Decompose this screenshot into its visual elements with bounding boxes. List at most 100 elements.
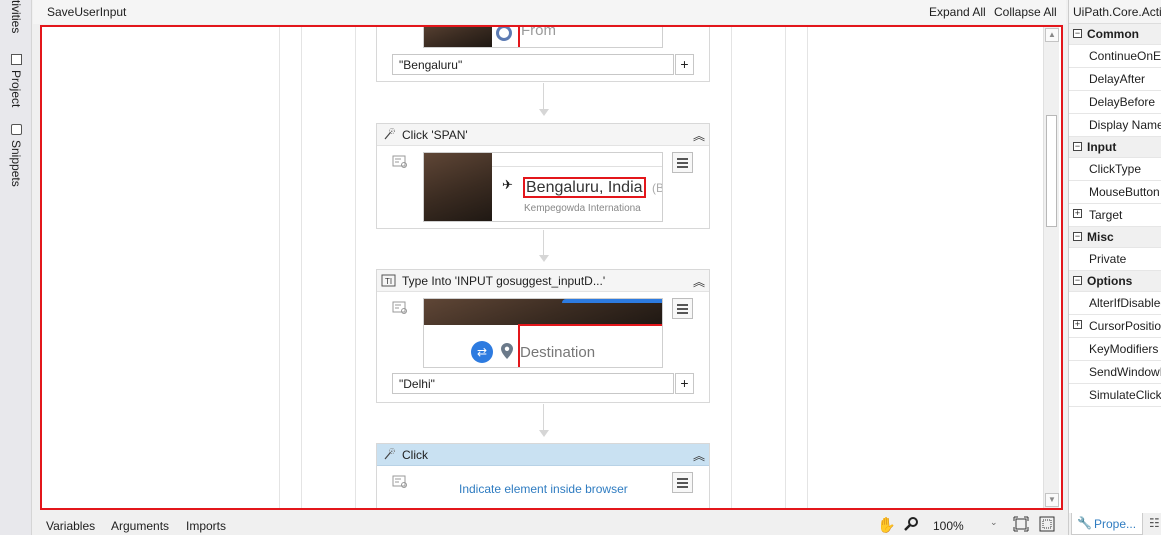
property-label: Private	[1089, 252, 1127, 266]
flow-arrow	[539, 255, 549, 262]
type-into-activity[interactable]: From "Bengaluru" +	[376, 25, 710, 82]
left-tab-strip: Activities Project Snippets	[0, 0, 32, 535]
thumbnail-text: Bengaluru, India	[523, 177, 646, 198]
collapse-icon[interactable]: ︽	[693, 273, 705, 290]
indicate-element-link[interactable]: Indicate element inside browser	[459, 482, 628, 496]
expand-all-link[interactable]: Expand All	[929, 5, 986, 19]
properties-tab-strip: 🔧 Prope... ☷	[1068, 513, 1161, 535]
zoom-level[interactable]: 100%	[933, 519, 964, 533]
swap-icon: ⇄	[471, 341, 493, 363]
sequence-guide-line	[785, 27, 786, 508]
add-text-button[interactable]: +	[675, 54, 694, 75]
tab-project[interactable]: Project	[9, 54, 23, 107]
svg-text:TI: TI	[385, 277, 392, 286]
property-row[interactable]: + CursorPosition	[1069, 315, 1161, 338]
canvas-vertical-scrollbar[interactable]: ▲ ▼	[1043, 27, 1059, 508]
property-category[interactable]: − Misc	[1069, 227, 1161, 248]
property-row[interactable]: + Target	[1069, 204, 1161, 227]
property-row[interactable]: ClickType	[1069, 158, 1161, 181]
sequence-guide-line	[731, 27, 732, 508]
property-row[interactable]: KeyModifiers	[1069, 338, 1161, 361]
property-row[interactable]: DelayAfter	[1069, 68, 1161, 91]
click-activity[interactable]: Click ︽ Indicate element inside browser	[376, 443, 710, 508]
properties-title: UiPath.Core.Activities.Click	[1069, 0, 1161, 24]
collapse-box-icon[interactable]: −	[1073, 29, 1082, 38]
target-icon[interactable]	[392, 155, 408, 169]
activity-screenshot: ✈ Bengaluru, India (B Kempegowda Interna…	[423, 152, 663, 222]
click-icon	[384, 448, 395, 460]
activity-menu-button[interactable]	[672, 472, 693, 493]
property-category[interactable]: − Input	[1069, 137, 1161, 158]
property-category[interactable]: − Common	[1069, 24, 1161, 45]
click-span-activity[interactable]: Click 'SPAN' ︽ ✈ Bengaluru, India (B Kem…	[376, 123, 710, 229]
text-input-field[interactable]: "Delhi"	[392, 373, 674, 394]
activity-menu-button[interactable]	[672, 298, 693, 319]
property-row[interactable]: Private	[1069, 248, 1161, 271]
tab-snippets[interactable]: Snippets	[9, 124, 23, 187]
add-text-button[interactable]: +	[675, 373, 694, 394]
flow-connector	[543, 83, 544, 109]
flow-arrow	[539, 109, 549, 116]
zoom-search-icon[interactable]	[903, 516, 919, 532]
thumbnail-suffix: (B	[652, 181, 663, 195]
property-label: Display Name	[1089, 118, 1161, 132]
target-icon[interactable]	[392, 301, 408, 315]
thumbnail-subtext: Kempegowda Internationa	[524, 203, 641, 214]
properties-panel: UiPath.Core.Activities.Click −CommonCont…	[1068, 0, 1161, 513]
collapse-box-icon[interactable]: −	[1073, 142, 1082, 151]
collapse-box-icon[interactable]: −	[1073, 232, 1082, 241]
thumbnail-text: From	[521, 25, 556, 39]
properties-tab-label: Prope...	[1094, 517, 1137, 531]
type-into-activity[interactable]: TI Type Into 'INPUT gosuggest_inputD...'…	[376, 269, 710, 403]
tab-activities[interactable]: Activities	[9, 0, 23, 33]
property-label: Target	[1089, 208, 1123, 222]
workflow-title: SaveUserInput	[47, 5, 127, 19]
scroll-up-icon[interactable]: ▲	[1045, 28, 1059, 42]
property-label: Common	[1087, 27, 1139, 41]
collapse-all-link[interactable]: Collapse All	[994, 5, 1057, 19]
property-category[interactable]: − Options	[1069, 271, 1161, 292]
property-label: ClickType	[1089, 162, 1142, 176]
activity-header: Click ︽	[377, 444, 709, 466]
expand-box-icon[interactable]: +	[1073, 209, 1082, 218]
expand-box-icon[interactable]: +	[1073, 320, 1082, 329]
activity-header: Click 'SPAN' ︽	[377, 124, 709, 146]
property-row[interactable]: Display Name	[1069, 114, 1161, 137]
property-label: CursorPosition	[1089, 319, 1161, 333]
property-label: Options	[1087, 274, 1133, 288]
scrollbar-thumb[interactable]	[1046, 115, 1057, 227]
property-row[interactable]: SimulateClick	[1069, 384, 1161, 407]
target-icon[interactable]	[392, 475, 408, 489]
designer-header: SaveUserInput Expand All Collapse All	[33, 0, 1066, 24]
collapse-icon[interactable]: ︽	[693, 447, 705, 464]
zoom-dropdown-icon[interactable]: ⌄	[990, 517, 998, 528]
property-row[interactable]: DelayBefore	[1069, 91, 1161, 114]
origin-icon	[496, 27, 512, 41]
overview-icon[interactable]	[1039, 516, 1055, 532]
collapse-icon[interactable]: ︽	[693, 127, 705, 144]
property-row[interactable]: MouseButton	[1069, 181, 1161, 204]
thumbnail-text: Destination	[520, 344, 596, 361]
activity-menu-button[interactable]	[672, 152, 693, 173]
type-into-icon: TI	[381, 274, 396, 287]
designer-canvas[interactable]: From "Bengaluru" + Click 'SPAN' ︽ ✈ Beng…	[40, 25, 1063, 510]
property-row[interactable]: AlterIfDisabled	[1069, 292, 1161, 315]
property-row[interactable]: ContinueOnError	[1069, 45, 1161, 68]
outline-tab-icon[interactable]: ☷	[1149, 516, 1160, 530]
scroll-down-icon[interactable]: ▼	[1045, 493, 1059, 507]
text-input-field[interactable]: "Bengaluru"	[392, 54, 674, 75]
hand-pan-icon[interactable]: ✋	[877, 516, 896, 534]
properties-tab[interactable]: 🔧 Prope...	[1071, 513, 1143, 535]
flow-arrow	[539, 430, 549, 437]
collapse-box-icon[interactable]: −	[1073, 276, 1082, 285]
fit-to-screen-icon[interactable]	[1013, 516, 1029, 532]
property-row[interactable]: SendWindowMessages	[1069, 361, 1161, 384]
flow-connector	[543, 230, 544, 256]
imports-tab[interactable]: Imports	[186, 519, 226, 533]
property-label: SimulateClick	[1089, 388, 1161, 402]
arguments-tab[interactable]: Arguments	[111, 519, 169, 533]
variables-tab[interactable]: Variables	[46, 519, 95, 533]
property-label: AlterIfDisabled	[1089, 296, 1161, 310]
property-label: DelayAfter	[1089, 72, 1146, 86]
plane-icon: ✈	[502, 177, 513, 192]
